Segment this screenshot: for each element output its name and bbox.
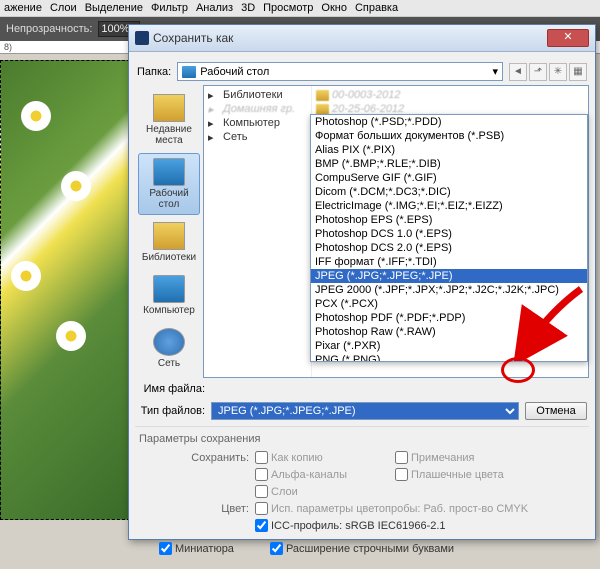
- place-label: Рабочий стол: [139, 188, 199, 210]
- chevron-down-icon: ▾: [492, 65, 498, 78]
- menu-item[interactable]: Выделение: [85, 2, 143, 14]
- menu-item[interactable]: Слои: [50, 2, 77, 14]
- place-icon: [153, 328, 185, 356]
- format-option[interactable]: Dicom (*.DCM;*.DC3;*.DIC): [311, 185, 587, 199]
- menu-item[interactable]: Окно: [321, 2, 347, 14]
- format-option[interactable]: JPEG (*.JPG;*.JPEG;*.JPE): [311, 269, 587, 283]
- place-item[interactable]: Сеть: [138, 323, 200, 374]
- place-label: Сеть: [139, 358, 199, 369]
- format-option[interactable]: BMP (*.BMP;*.RLE;*.DIB): [311, 157, 587, 171]
- folder-icon: [316, 90, 329, 101]
- folder-value: Рабочий стол: [200, 66, 269, 78]
- back-icon[interactable]: ◄: [509, 63, 527, 81]
- close-button[interactable]: ✕: [547, 29, 589, 47]
- tree-item[interactable]: ▸Компьютер: [204, 116, 311, 130]
- notes-checkbox[interactable]: Примечания: [395, 451, 529, 464]
- place-item[interactable]: Рабочий стол: [138, 153, 200, 215]
- folder-item[interactable]: 00-0003-2012: [312, 88, 588, 102]
- place-icon: [153, 94, 185, 122]
- spot-checkbox[interactable]: Плашечные цвета: [395, 468, 529, 481]
- folder-icon: [316, 104, 329, 115]
- place-item[interactable]: Компьютер: [138, 270, 200, 321]
- format-option[interactable]: Alias PIX (*.PIX): [311, 143, 587, 157]
- format-option[interactable]: Photoshop Raw (*.RAW): [311, 325, 587, 339]
- folder-tree[interactable]: ▸Библиотеки▸Домашняя гр.▸Компьютер▸Сеть: [204, 86, 312, 377]
- menu-bar[interactable]: ажение Слои Выделение Фильтр Анализ 3D Просмот…: [0, 0, 600, 17]
- opacity-label: Непрозрачность:: [6, 23, 92, 35]
- filetype-label: Тип файлов:: [137, 405, 205, 417]
- format-option[interactable]: Формат больших документов (*.PSB): [311, 129, 587, 143]
- format-option[interactable]: Photoshop PDF (*.PDF;*.PDP): [311, 311, 587, 325]
- format-option[interactable]: JPEG 2000 (*.JPF;*.JPX;*.JP2;*.J2C;*.J2K…: [311, 283, 587, 297]
- filename-label: Имя файла:: [137, 383, 205, 395]
- menu-item[interactable]: 3D: [241, 2, 255, 14]
- place-label: Недавние места: [139, 124, 199, 146]
- format-option[interactable]: CompuServe GIF (*.GIF): [311, 171, 587, 185]
- menu-item[interactable]: Фильтр: [151, 2, 188, 14]
- save-label: Сохранить:: [139, 452, 249, 464]
- views-icon[interactable]: ▦: [569, 63, 587, 81]
- menu-item[interactable]: Просмотр: [263, 2, 313, 14]
- places-bar: Недавние места Рабочий стол Библиотеки Комп…: [135, 85, 203, 378]
- place-icon: [153, 275, 185, 303]
- up-icon[interactable]: ⬏: [529, 63, 547, 81]
- proof-checkbox[interactable]: Исп. параметры цветопробы: Раб. прост-во…: [255, 502, 528, 515]
- layers-checkbox[interactable]: Слои: [255, 485, 389, 498]
- tree-item[interactable]: ▸Библиотеки: [204, 88, 311, 102]
- save-as-dialog: Сохранить как ✕ Папка: Рабочий стол ▾ ◄ …: [128, 24, 596, 540]
- place-label: Компьютер: [139, 305, 199, 316]
- format-dropdown-list[interactable]: Photoshop (*.PSD;*.PDD)Формат больших до…: [310, 114, 588, 362]
- format-option[interactable]: Photoshop (*.PSD;*.PDD): [311, 115, 587, 129]
- format-option[interactable]: Photoshop EPS (*.EPS): [311, 213, 587, 227]
- cancel-button[interactable]: Отмена: [525, 402, 587, 420]
- menu-item[interactable]: Справка: [355, 2, 398, 14]
- tree-item[interactable]: ▸Сеть: [204, 130, 311, 144]
- folder-toolbar: ◄ ⬏ ✳ ▦: [509, 63, 587, 81]
- format-option[interactable]: Photoshop DCS 2.0 (*.EPS): [311, 241, 587, 255]
- format-option[interactable]: ElectricImage (*.IMG;*.EI;*.EIZ;*.EIZZ): [311, 199, 587, 213]
- folder-label: Папка:: [137, 66, 171, 78]
- menu-item[interactable]: Анализ: [196, 2, 233, 14]
- alpha-checkbox[interactable]: Альфа-каналы: [255, 468, 389, 481]
- place-item[interactable]: Библиотеки: [138, 217, 200, 268]
- save-options-panel: Параметры сохранения Сохранить: Как копи…: [135, 426, 589, 563]
- format-option[interactable]: PNG (*.PNG): [311, 353, 587, 362]
- format-option[interactable]: Photoshop DCS 1.0 (*.EPS): [311, 227, 587, 241]
- place-item[interactable]: Недавние места: [138, 89, 200, 151]
- tree-icon: ▸: [208, 117, 220, 129]
- title-bar: Сохранить как ✕: [129, 25, 595, 52]
- color-label: Цвет:: [139, 503, 249, 515]
- new-folder-icon[interactable]: ✳: [549, 63, 567, 81]
- place-icon: [153, 158, 185, 186]
- file-browser[interactable]: ▸Библиотеки▸Домашняя гр.▸Компьютер▸Сеть …: [203, 85, 589, 378]
- as-copy-checkbox[interactable]: Как копию: [255, 451, 389, 464]
- tree-item[interactable]: ▸Домашняя гр.: [204, 102, 311, 116]
- tree-icon: ▸: [208, 103, 220, 115]
- place-icon: [153, 222, 185, 250]
- format-option[interactable]: PCX (*.PCX): [311, 297, 587, 311]
- icc-checkbox[interactable]: ICC-профиль: sRGB IEC61966-2.1: [255, 519, 446, 532]
- tree-icon: ▸: [208, 131, 220, 143]
- tree-icon: ▸: [208, 89, 220, 101]
- dialog-title: Сохранить как: [153, 31, 233, 45]
- place-label: Библиотеки: [139, 252, 199, 263]
- folder-dropdown[interactable]: Рабочий стол ▾: [177, 62, 503, 81]
- menu-item[interactable]: ажение: [4, 2, 42, 14]
- format-option[interactable]: Pixar (*.PXR): [311, 339, 587, 353]
- format-option[interactable]: IFF формат (*.IFF;*.TDI): [311, 255, 587, 269]
- desktop-icon: [182, 66, 196, 78]
- save-options-title: Параметры сохранения: [139, 433, 585, 445]
- canvas-image: [0, 60, 130, 520]
- app-icon: [135, 31, 149, 45]
- filetype-dropdown[interactable]: JPEG (*.JPG;*.JPEG;*.JPE): [211, 402, 519, 420]
